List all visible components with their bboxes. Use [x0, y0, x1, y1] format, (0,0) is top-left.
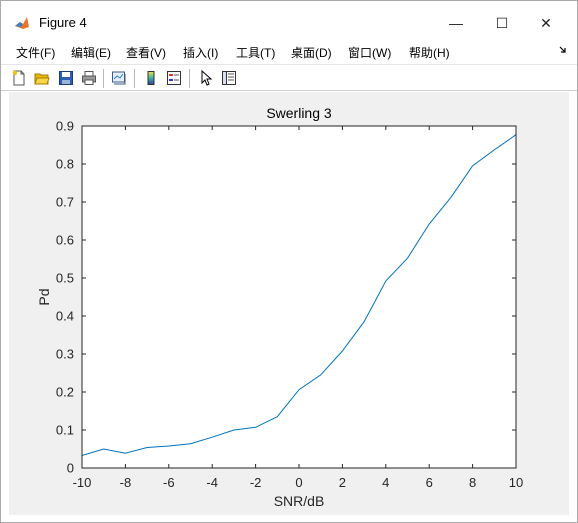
y-tick-label: 0.4 — [56, 309, 74, 324]
y-tick-label: 0.5 — [56, 271, 74, 286]
y-axis-label: Pd — [36, 288, 52, 305]
pointer-icon — [201, 70, 213, 86]
new-figure-button[interactable] — [10, 69, 28, 87]
toolbar-separator — [189, 69, 190, 88]
link-plot-button[interactable] — [110, 69, 128, 87]
maximize-icon: ☐ — [495, 14, 509, 31]
figure-window: Figure 4 — ☐ ✕ 文件(F) 编辑(E) 查看(V) 插入(I) 工… — [0, 0, 578, 523]
menu-help[interactable]: 帮助(H) — [409, 44, 450, 61]
x-tick-label: 4 — [382, 475, 389, 490]
title-bar: Figure 4 — ☐ ✕ — [1, 1, 577, 41]
y-tick-label: 0.6 — [56, 233, 74, 248]
minimize-icon: — — [449, 15, 463, 31]
x-tick-label: 0 — [295, 475, 302, 490]
menu-bar: 文件(F) 编辑(E) 查看(V) 插入(I) 工具(T) 桌面(D) 窗口(W… — [1, 41, 577, 63]
plot-svg[interactable]: -10 -8 -6 -4 -2 0 2 4 6 8 10 0 0.1 0.2 0.3 0.4 0.5 0.6 0.7… — [9, 92, 569, 515]
colorbar-icon — [147, 71, 155, 85]
menu-view[interactable]: 查看(V) — [126, 44, 166, 61]
pointer-button[interactable] — [197, 69, 215, 87]
x-tick-label: 10 — [509, 475, 523, 490]
open-file-icon — [34, 73, 50, 85]
save-icon — [59, 71, 73, 85]
x-axis-label: SNR/dB — [274, 493, 325, 509]
y-tick-label: 0.1 — [56, 423, 74, 438]
minimize-button[interactable]: — — [433, 9, 479, 37]
toolbar-separator — [134, 69, 135, 88]
property-inspector-icon — [222, 71, 236, 85]
matlab-logo-icon — [15, 17, 29, 29]
x-tick-label: -6 — [163, 475, 175, 490]
link-plot-icon — [112, 71, 126, 85]
chart-title: Swerling 3 — [266, 105, 332, 121]
maximize-button[interactable]: ☐ — [479, 9, 525, 37]
toolbar — [1, 64, 577, 91]
menu-desktop[interactable]: 桌面(D) — [291, 44, 332, 61]
toolbar-separator — [103, 69, 104, 88]
menu-window[interactable]: 窗口(W) — [348, 44, 391, 61]
y-tick-label: 0.8 — [56, 157, 74, 172]
arrow-dock-icon[interactable] — [559, 46, 567, 54]
figure-canvas: -10 -8 -6 -4 -2 0 2 4 6 8 10 0 0.1 0.2 0.3 0.4 0.5 0.6 0.7… — [9, 92, 569, 515]
colorbar-button[interactable] — [142, 69, 160, 87]
close-icon: ✕ — [540, 14, 552, 31]
y-tick-label: 0.3 — [56, 347, 74, 362]
x-tick-label: 6 — [426, 475, 433, 490]
print-button[interactable] — [80, 69, 98, 87]
menu-edit[interactable]: 编辑(E) — [71, 44, 111, 61]
close-button[interactable]: ✕ — [523, 9, 569, 37]
property-inspector-button[interactable] — [220, 69, 238, 87]
y-tick-label: 0.2 — [56, 385, 74, 400]
x-tick-label: -2 — [250, 475, 262, 490]
menu-insert[interactable]: 插入(I) — [183, 44, 218, 61]
legend-button[interactable] — [165, 69, 183, 87]
x-tick-label: -8 — [120, 475, 132, 490]
x-tick-label: -4 — [206, 475, 218, 490]
print-icon — [82, 71, 96, 85]
x-tick-label: 8 — [469, 475, 476, 490]
legend-icon — [167, 71, 181, 85]
x-tick-label: -10 — [73, 475, 92, 490]
y-tick-label: 0 — [67, 461, 74, 476]
x-tick-label: 2 — [339, 475, 346, 490]
new-figure-icon — [12, 70, 25, 86]
axes-background — [82, 126, 516, 468]
window-title: Figure 4 — [39, 15, 87, 30]
y-tick-label: 0.7 — [56, 195, 74, 210]
open-file-button[interactable] — [33, 69, 51, 87]
menu-file[interactable]: 文件(F) — [16, 44, 55, 61]
save-button[interactable] — [57, 69, 75, 87]
menu-tools[interactable]: 工具(T) — [236, 44, 275, 61]
y-tick-label: 0.9 — [56, 119, 74, 134]
